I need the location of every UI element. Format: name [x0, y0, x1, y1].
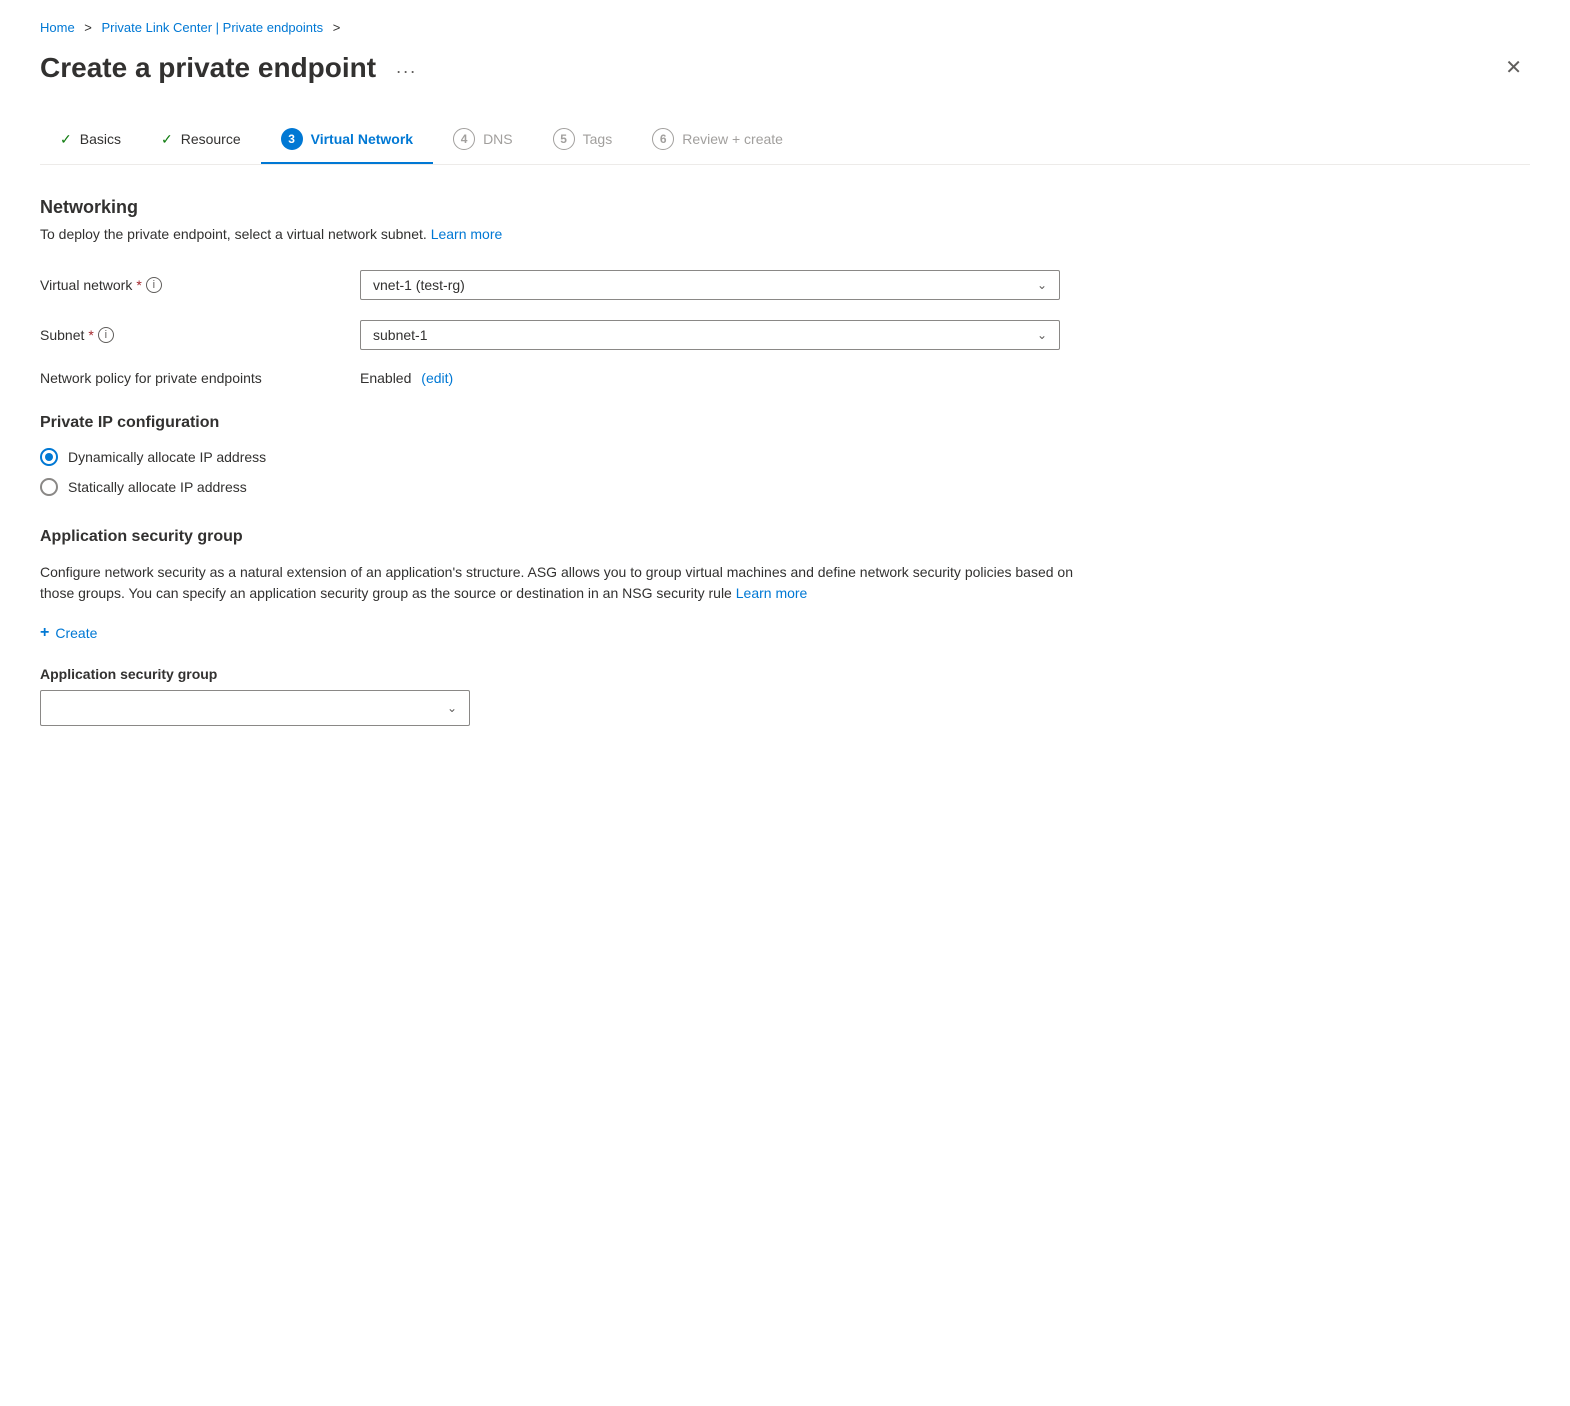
private-ip-section: Private IP configuration Dynamically all…: [40, 414, 1530, 496]
virtual-network-chevron: ⌄: [1037, 278, 1047, 292]
more-options-button[interactable]: ...: [388, 53, 425, 82]
asg-section: Application security group Configure net…: [40, 528, 1530, 726]
tab-virtual-network-number: 3: [281, 128, 303, 150]
tab-dns[interactable]: 4 DNS: [433, 116, 533, 164]
asg-learn-more[interactable]: Learn more: [736, 585, 808, 601]
tab-tags[interactable]: 5 Tags: [533, 116, 633, 164]
virtual-network-value: vnet-1 (test-rg): [373, 277, 465, 293]
network-policy-status: Enabled: [360, 370, 411, 386]
tab-virtual-network-label: Virtual Network: [311, 131, 413, 147]
networking-title: Networking: [40, 197, 1530, 218]
breadcrumb-home[interactable]: Home: [40, 20, 75, 35]
virtual-network-required: *: [136, 277, 141, 293]
close-button[interactable]: ✕: [1497, 51, 1530, 84]
tab-review-label: Review + create: [682, 131, 783, 147]
network-policy-value-area: Enabled (edit): [360, 370, 453, 386]
network-policy-row: Network policy for private endpoints Ena…: [40, 370, 1530, 386]
networking-learn-more[interactable]: Learn more: [431, 226, 503, 242]
virtual-network-label: Virtual network: [40, 277, 132, 293]
tab-virtual-network[interactable]: 3 Virtual Network: [261, 116, 433, 164]
subnet-info-icon[interactable]: i: [98, 327, 114, 343]
tab-resource-label: Resource: [181, 131, 241, 147]
networking-desc: To deploy the private endpoint, select a…: [40, 226, 1530, 242]
tab-dns-number: 4: [453, 128, 475, 150]
asg-desc: Configure network security as a natural …: [40, 562, 1100, 604]
tab-review-number: 6: [652, 128, 674, 150]
radio-static[interactable]: Statically allocate IP address: [40, 478, 1530, 496]
network-policy-label: Network policy for private endpoints: [40, 370, 360, 386]
tab-resource-check: ✓: [161, 131, 173, 148]
tab-basics-check: ✓: [60, 131, 72, 148]
subnet-label-area: Subnet * i: [40, 327, 360, 343]
tab-basics-label: Basics: [80, 131, 121, 147]
tabs-container: ✓ Basics ✓ Resource 3 Virtual Network 4 …: [40, 116, 1530, 165]
radio-static-label: Statically allocate IP address: [68, 479, 247, 495]
subnet-select[interactable]: subnet-1 ⌄: [360, 320, 1060, 350]
tab-resource[interactable]: ✓ Resource: [141, 119, 261, 162]
radio-dynamic[interactable]: Dynamically allocate IP address: [40, 448, 1530, 466]
asg-create-button[interactable]: + Create: [40, 624, 97, 642]
tab-basics[interactable]: ✓ Basics: [40, 119, 141, 162]
networking-desc-text: To deploy the private endpoint, select a…: [40, 226, 427, 242]
subnet-chevron: ⌄: [1037, 328, 1047, 342]
tab-tags-number: 5: [553, 128, 575, 150]
radio-dynamic-label: Dynamically allocate IP address: [68, 449, 266, 465]
networking-section: Networking To deploy the private endpoin…: [40, 197, 1530, 386]
asg-chevron: ⌄: [447, 701, 457, 715]
virtual-network-control: vnet-1 (test-rg) ⌄: [360, 270, 1060, 300]
tab-dns-label: DNS: [483, 131, 513, 147]
plus-icon: +: [40, 624, 49, 642]
virtual-network-select[interactable]: vnet-1 (test-rg) ⌄: [360, 270, 1060, 300]
breadcrumb-sep1: >: [81, 20, 96, 35]
tab-review-create[interactable]: 6 Review + create: [632, 116, 803, 164]
page-title: Create a private endpoint: [40, 52, 376, 84]
tab-tags-label: Tags: [583, 131, 613, 147]
private-ip-radio-group: Dynamically allocate IP address Statical…: [40, 448, 1530, 496]
page-title-area: Create a private endpoint ...: [40, 52, 425, 84]
subnet-label: Subnet: [40, 327, 84, 343]
asg-title: Application security group: [40, 528, 1530, 546]
virtual-network-info-icon[interactable]: i: [146, 277, 162, 293]
subnet-required: *: [88, 327, 93, 343]
page-header: Create a private endpoint ... ✕: [40, 51, 1530, 84]
asg-desc-text: Configure network security as a natural …: [40, 564, 1073, 601]
breadcrumb-sep2: >: [329, 20, 340, 35]
network-policy-edit[interactable]: (edit): [421, 370, 453, 386]
private-ip-title: Private IP configuration: [40, 414, 1530, 432]
radio-dynamic-circle: [40, 448, 58, 466]
subnet-value: subnet-1: [373, 327, 427, 343]
virtual-network-label-area: Virtual network * i: [40, 277, 360, 293]
radio-static-circle: [40, 478, 58, 496]
asg-select[interactable]: ⌄: [40, 690, 470, 726]
asg-form-label: Application security group: [40, 666, 1530, 682]
asg-form: Application security group ⌄: [40, 666, 1530, 726]
asg-create-label: Create: [55, 625, 97, 641]
breadcrumb-parent[interactable]: Private Link Center | Private endpoints: [102, 20, 324, 35]
subnet-row: Subnet * i subnet-1 ⌄: [40, 320, 1530, 350]
subnet-control: subnet-1 ⌄: [360, 320, 1060, 350]
virtual-network-row: Virtual network * i vnet-1 (test-rg) ⌄: [40, 270, 1530, 300]
breadcrumb: Home > Private Link Center | Private end…: [40, 20, 1530, 35]
